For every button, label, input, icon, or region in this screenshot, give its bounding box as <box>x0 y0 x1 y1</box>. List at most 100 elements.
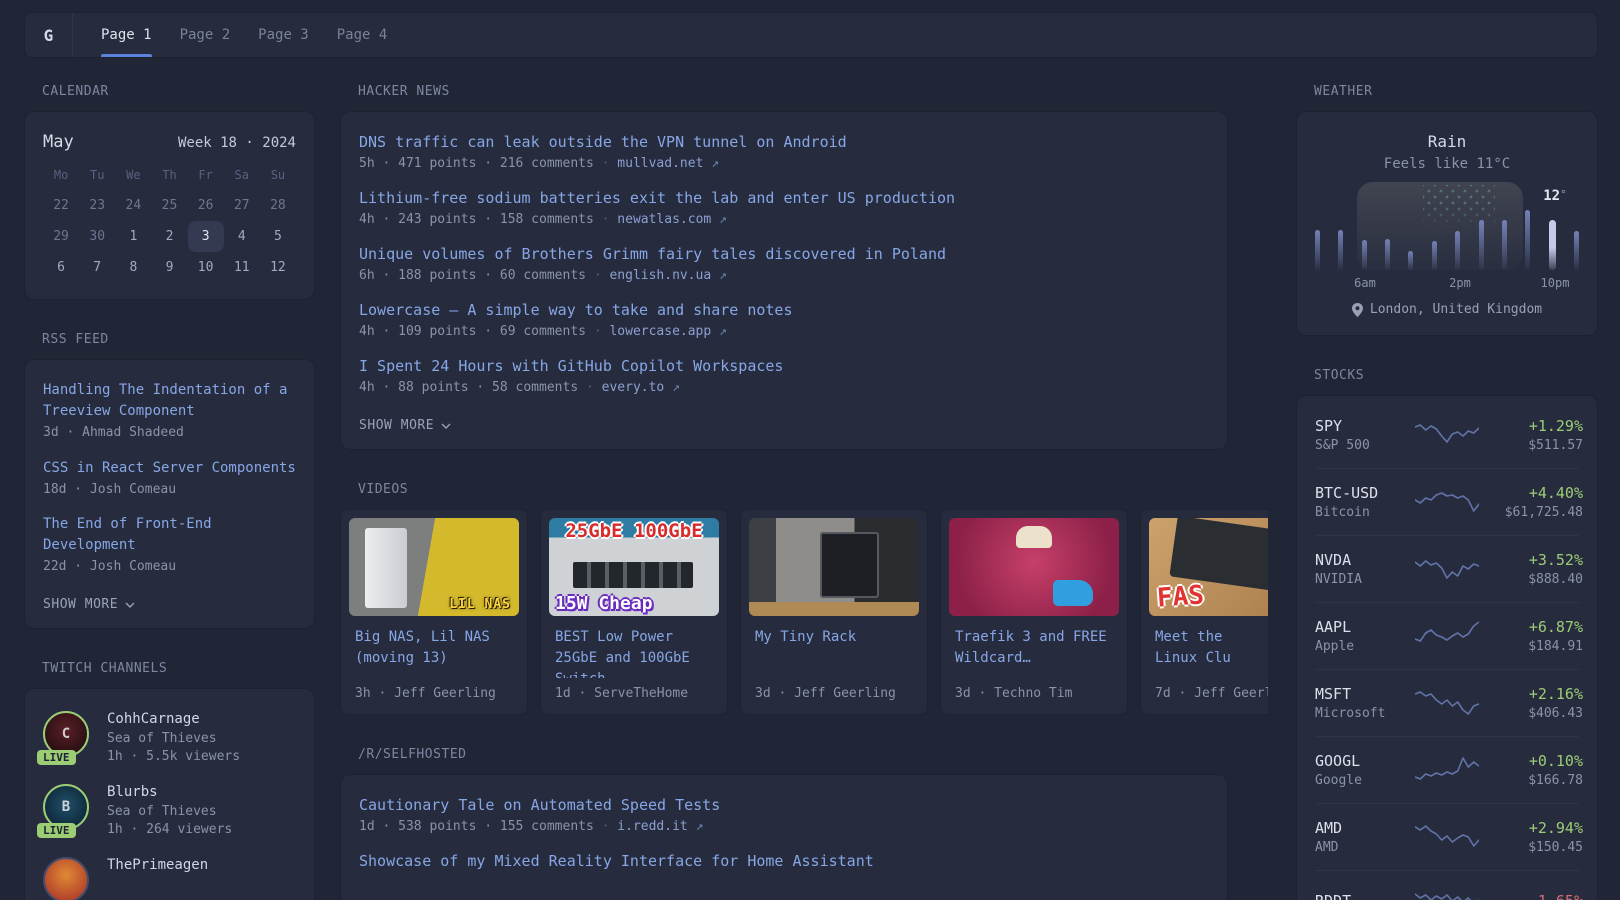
video-card[interactable]: FAS Meet the Linux Clu 7d · Jeff Geerlin… <box>1140 509 1268 715</box>
calendar-day[interactable]: 9 <box>151 252 187 283</box>
calendar-day[interactable]: 6 <box>43 252 79 283</box>
hackernews-item-title[interactable]: Unique volumes of Brothers Grimm fairy t… <box>359 244 946 265</box>
twitch-channel-row[interactable]: C LIVE CohhCarnage Sea of Thieves 1h · 5… <box>43 711 296 764</box>
hackernews-item-domain-link[interactable]: english.nv.ua ↗ <box>609 268 726 283</box>
stock-sparkline <box>1415 621 1479 651</box>
hackernews-item-title[interactable]: Lithium-free sodium batteries exit the l… <box>359 188 955 209</box>
video-title[interactable]: Big NAS, Lil NAS (moving 13) <box>341 616 527 669</box>
stock-row[interactable]: NVDA NVIDIA +3.52% $888.40 <box>1315 535 1579 602</box>
calendar-day[interactable]: 5 <box>260 221 296 252</box>
calendar-day[interactable]: 3 <box>188 221 224 252</box>
calendar-day[interactable]: 8 <box>115 252 151 283</box>
video-title[interactable]: My Tiny Rack <box>741 616 927 648</box>
dot-separator: · <box>602 212 610 227</box>
calendar-day[interactable]: 7 <box>79 252 115 283</box>
calendar-day[interactable]: 22 <box>43 190 79 221</box>
stock-row[interactable]: GOOGL Google +0.10% $166.78 <box>1315 736 1579 803</box>
stock-row[interactable]: AAPL Apple +6.87% $184.91 <box>1315 602 1579 669</box>
hackernews-item: I Spent 24 Hours with GitHub Copilot Wor… <box>359 356 1209 395</box>
stock-row[interactable]: RDDT -1.65% <box>1315 870 1579 900</box>
hackernews-item: DNS traffic can leak outside the VPN tun… <box>359 132 1209 171</box>
stock-change: +4.40% <box>1479 484 1583 502</box>
page-tab[interactable]: Page 4 <box>337 13 388 57</box>
twitch-channel-row[interactable]: ThePrimeagen <box>43 857 296 900</box>
hackernews-item-domain-link[interactable]: lowercase.app ↗ <box>609 324 726 339</box>
calendar-day[interactable]: 10 <box>188 252 224 283</box>
stock-row[interactable]: SPY S&P 500 +1.29% $511.57 <box>1315 402 1579 468</box>
video-title[interactable]: BEST Low Power 25GbE and 100GbE Switch… <box>541 616 727 678</box>
twitch-channel-meta: 1h · 264 viewers <box>107 822 232 837</box>
hackernews-item-domain-link[interactable]: mullvad.net ↗ <box>617 156 719 171</box>
twitch-channel-name[interactable]: ThePrimeagen <box>107 857 208 873</box>
hackernews-item-title[interactable]: DNS traffic can leak outside the VPN tun… <box>359 132 847 153</box>
video-thumbnail[interactable]: FAS <box>1149 518 1268 616</box>
sparkline-path <box>1415 826 1479 846</box>
calendar-month: May <box>43 132 74 152</box>
hackernews-item: Lowercase – A simple way to take and sha… <box>359 300 1209 339</box>
videos-carousel[interactable]: LIL NAS Big NAS, Lil NAS (moving 13) 3h … <box>340 509 1268 715</box>
reddit-item-meta: 1d · 538 points · 155 comments · i.redd.… <box>359 819 1209 834</box>
calendar-day[interactable]: 29 <box>43 221 79 252</box>
stock-row[interactable]: AMD AMD +2.94% $150.45 <box>1315 803 1579 870</box>
calendar-day[interactable]: 24 <box>115 190 151 221</box>
show-more-button[interactable]: SHOW MORE <box>359 418 451 433</box>
calendar-day[interactable]: 26 <box>188 190 224 221</box>
app-logo[interactable]: G <box>25 13 73 57</box>
stock-row[interactable]: MSFT Microsoft +2.16% $406.43 <box>1315 669 1579 736</box>
dot-separator: · <box>594 324 602 339</box>
rss-item-title[interactable]: Handling The Indentation of a Treeview C… <box>43 380 296 422</box>
calendar-day[interactable]: 11 <box>224 252 260 283</box>
calendar-day[interactable]: 23 <box>79 190 115 221</box>
calendar-day[interactable]: 1 <box>115 221 151 252</box>
rss-item-title[interactable]: CSS in React Server Components <box>43 458 296 479</box>
calendar-day[interactable]: 2 <box>151 221 187 252</box>
stock-symbol: AMD <box>1315 819 1415 837</box>
video-card[interactable]: 25GbE 100GbE 15W Cheap BEST Low Power 25… <box>540 509 728 715</box>
video-card[interactable]: Traefik 3 and FREE Wildcard… 3d · Techno… <box>940 509 1128 715</box>
rss-item: CSS in React Server Components 18d · Jos… <box>43 457 296 497</box>
video-title[interactable]: Meet the Linux Clu <box>1141 616 1268 669</box>
hackernews-item-title[interactable]: I Spent 24 Hours with GitHub Copilot Wor… <box>359 356 783 377</box>
video-thumbnail[interactable]: LIL NAS <box>349 518 519 616</box>
reddit-item-title[interactable]: Showcase of my Mixed Reality Interface f… <box>359 851 874 872</box>
show-more-button[interactable]: SHOW MORE <box>43 597 135 612</box>
weather-hourly-chart: 12° 6am2pm10pm <box>1315 182 1579 290</box>
page-tab[interactable]: Page 2 <box>180 13 231 57</box>
hackernews-item-domain-link[interactable]: newatlas.com ↗ <box>617 212 727 227</box>
dot-separator: · <box>602 819 610 834</box>
weather-section-title: WEATHER <box>1314 84 1598 99</box>
stock-price: $406.43 <box>1479 706 1583 721</box>
reddit-item-title[interactable]: Cautionary Tale on Automated Speed Tests <box>359 795 720 816</box>
twitch-channel-row[interactable]: B LIVE Blurbs Sea of Thieves 1h · 264 vi… <box>43 784 296 837</box>
stock-change: +1.29% <box>1479 417 1583 435</box>
external-link-icon: ↗ <box>719 212 727 227</box>
sparkline-path <box>1415 561 1479 578</box>
rss-item-title[interactable]: The End of Front-End Development <box>43 514 296 556</box>
stock-symbol: GOOGL <box>1315 752 1415 770</box>
hackernews-item: Unique volumes of Brothers Grimm fairy t… <box>359 244 1209 283</box>
calendar-weekday: Mo <box>43 168 79 182</box>
twitch-channel-name[interactable]: Blurbs <box>107 784 232 800</box>
page-tab[interactable]: Page 3 <box>258 13 309 57</box>
external-link-icon: ↗ <box>696 819 704 834</box>
video-thumbnail[interactable] <box>949 518 1119 616</box>
page-tabs: Page 1 Page 2 Page 3 Page 4 <box>101 13 415 57</box>
calendar-day[interactable]: 12 <box>260 252 296 283</box>
weather-bar <box>1408 251 1413 270</box>
twitch-channel-name[interactable]: CohhCarnage <box>107 711 240 727</box>
hackernews-item-domain-link[interactable]: every.to ↗ <box>602 380 680 395</box>
reddit-item-domain-link[interactable]: i.redd.it ↗ <box>617 819 703 834</box>
video-thumbnail[interactable]: 25GbE 100GbE 15W Cheap <box>549 518 719 616</box>
video-title[interactable]: Traefik 3 and FREE Wildcard… <box>941 616 1127 669</box>
hackernews-item-title[interactable]: Lowercase – A simple way to take and sha… <box>359 300 792 321</box>
video-card[interactable]: My Tiny Rack 3d · Jeff Geerling <box>740 509 928 715</box>
calendar-day[interactable]: 4 <box>224 221 260 252</box>
calendar-day[interactable]: 30 <box>79 221 115 252</box>
page-tab[interactable]: Page 1 <box>101 13 152 57</box>
stock-row[interactable]: BTC-USD Bitcoin +4.40% $61,725.48 <box>1315 468 1579 535</box>
calendar-day[interactable]: 28 <box>260 190 296 221</box>
calendar-day[interactable]: 27 <box>224 190 260 221</box>
video-thumbnail[interactable] <box>749 518 919 616</box>
video-card[interactable]: LIL NAS Big NAS, Lil NAS (moving 13) 3h … <box>340 509 528 715</box>
calendar-day[interactable]: 25 <box>151 190 187 221</box>
